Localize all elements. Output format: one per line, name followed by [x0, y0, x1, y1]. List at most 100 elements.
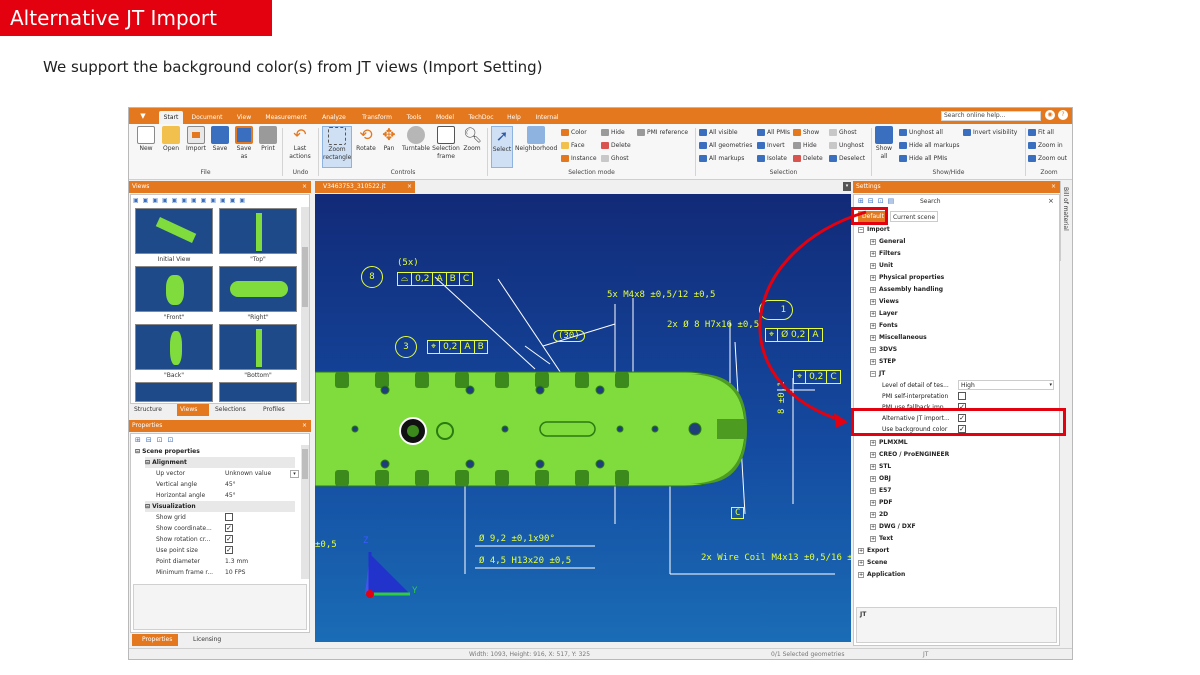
show-button[interactable]: Show [793, 128, 819, 137]
zoom-out-button[interactable]: Zoom out [1028, 154, 1067, 163]
ghost-mode-button[interactable]: Ghost [601, 154, 629, 163]
visualization-group[interactable]: ⊟ Visualization [145, 501, 295, 512]
app-menu-button[interactable]: ▼ [131, 108, 155, 124]
balloon-8[interactable]: 8 [361, 266, 383, 288]
dimension-label[interactable]: 5x M4x8 ±0,5/12 ±0,5 [607, 290, 715, 300]
select-button[interactable]: ➚ Select [491, 126, 513, 168]
turntable-button[interactable]: Turntable [401, 126, 431, 168]
tree-node-e57[interactable]: + E57 [870, 485, 891, 496]
property-row[interactable]: Use point size ✓ [134, 545, 298, 556]
tree-node-creo[interactable]: + CREO / ProENGINEER [870, 449, 949, 460]
tree-node-3dvs[interactable]: +3DVS [870, 344, 897, 355]
tree-node-import[interactable]: − Import [858, 224, 890, 235]
tab-internal[interactable]: Internal [531, 111, 563, 124]
tab-techdoc[interactable]: TechDoc [463, 111, 499, 124]
rotate-button[interactable]: ⟲ Rotate [354, 126, 378, 168]
zoom-button[interactable]: 🔍︎ Zoom [461, 126, 483, 168]
show-coordinate-checkbox[interactable]: ✓ [225, 524, 233, 532]
tab-current-scene[interactable]: Current scene [890, 211, 938, 222]
setting-pmi-self-interpretation[interactable]: PMI self-interpretation [882, 391, 948, 402]
property-row[interactable]: Horizontal angle 45° [134, 490, 298, 501]
feature-control-frame[interactable]: ⌖ Ø 0,2 A [765, 328, 823, 342]
dimension-label[interactable]: 8 ±0,1 [777, 381, 787, 414]
feature-control-frame[interactable]: ⌖ 0,2 C [793, 370, 841, 384]
isolate-button[interactable]: Isolate [757, 154, 787, 163]
property-row[interactable]: Show rotation cr... ✓ [134, 534, 298, 545]
deselect-button[interactable]: Deselect [829, 154, 865, 163]
tree-node-dwg-dxf[interactable]: + DWG / DXF [870, 521, 916, 532]
tree-node-obj[interactable]: + OBJ [870, 473, 891, 484]
zoom-rectangle-button[interactable]: Zoom rectangle [322, 126, 352, 168]
settings-search-input[interactable]: Search [920, 198, 941, 205]
tree-node-views[interactable]: + Views [870, 296, 899, 307]
property-row[interactable]: Show coordinate... ✓ [134, 523, 298, 534]
tab-document[interactable]: Document [187, 111, 227, 124]
tree-node-2d[interactable]: +2D [870, 509, 888, 520]
views-toolbar-icons[interactable]: ▣▣▣▣▣▣▣▣▣▣▣▣ [133, 197, 307, 206]
property-row[interactable]: Show grid [134, 512, 298, 523]
face-mode-button[interactable]: Face [561, 141, 585, 150]
properties-scrollbar[interactable] [301, 445, 309, 579]
tree-node-application[interactable]: + Application [858, 569, 905, 580]
view-thumbnail-right[interactable] [219, 266, 297, 312]
hide-all-pmis-button[interactable]: Hide all PMIs [899, 154, 947, 163]
select-all-markups-button[interactable]: All markups [699, 154, 744, 163]
dimension-label[interactable]: 2x Wire Coil M4x13 ±0,5/16 ±0,5 [701, 553, 851, 563]
hide-button[interactable]: Hide [793, 141, 817, 150]
invert-visibility-button[interactable]: Invert visibility [963, 128, 1017, 137]
tree-node-jt[interactable]: − JT [870, 368, 885, 379]
tree-node-filters[interactable]: + Filters [870, 248, 901, 259]
color-mode-button[interactable]: Color [561, 128, 587, 137]
save-button[interactable]: Save [209, 126, 231, 168]
3d-viewport[interactable]: 8 (5x) ⌓ 0,2 A B C 5x M4x8 ±0,5/12 ±0,5 … [315, 194, 851, 642]
view-thumbnail-bottom[interactable] [219, 324, 297, 370]
tree-node-pdf[interactable]: + PDF [870, 497, 892, 508]
unghost-button[interactable]: Unghost [829, 141, 864, 150]
instance-mode-button[interactable]: Instance [561, 154, 597, 163]
selection-frame-button[interactable]: Selection frame [432, 126, 460, 168]
tab-analyze[interactable]: Analyze [317, 111, 351, 124]
tree-node-step[interactable]: + STEP [870, 356, 896, 367]
select-all-geometries-button[interactable]: All geometries [699, 141, 752, 150]
dropdown-chevron-icon[interactable]: ▾ [290, 470, 299, 478]
help-search-input[interactable]: Search online help... [941, 111, 1041, 121]
tab-transform[interactable]: Transform [357, 111, 397, 124]
tree-node-export[interactable]: + Export [858, 545, 889, 556]
print-button[interactable]: Print [257, 126, 279, 168]
bill-of-material-side-tab[interactable]: Bill of material [1060, 181, 1072, 261]
tab-profiles[interactable]: Profiles [263, 404, 303, 416]
balloon-3[interactable]: 3 [395, 336, 417, 358]
feature-control-frame[interactable]: ⌖ 0,2 A B [427, 340, 488, 354]
view-thumbnail-extra[interactable] [219, 382, 297, 402]
tab-properties[interactable]: Properties [132, 634, 178, 646]
tab-tools[interactable]: Tools [401, 111, 427, 124]
tree-node-text[interactable]: + Text [870, 533, 893, 544]
delete-mode-button[interactable]: Delete [601, 141, 631, 150]
open-button[interactable]: Open [159, 126, 183, 168]
alignment-group[interactable]: ⊟ Alignment [145, 457, 295, 468]
tab-views[interactable]: Views [177, 404, 209, 416]
tree-node-miscellaneous[interactable]: + Miscellaneous [870, 332, 927, 343]
settings-toolbar-icons[interactable]: ⊞⊟⊡▤ [858, 197, 898, 205]
pmi-reference-button[interactable]: PMI reference [637, 128, 688, 137]
tab-start[interactable]: Start [159, 111, 183, 124]
tree-node-stl[interactable]: + STL [870, 461, 891, 472]
property-row[interactable]: Vertical angle 45° [134, 479, 298, 490]
tab-help[interactable]: Help [503, 111, 525, 124]
dimension-label[interactable]: (30) [553, 330, 585, 342]
show-grid-checkbox[interactable] [225, 513, 233, 521]
view-thumbnail-front[interactable] [135, 266, 213, 312]
zoom-in-button[interactable]: Zoom in [1028, 141, 1063, 150]
dimension-label[interactable]: Ø 4,5 H13x20 ±0,5 [479, 556, 571, 566]
hide-mode-button[interactable]: Hide [601, 128, 625, 137]
pan-button[interactable]: ✥ Pan [379, 126, 399, 168]
tree-node-plmxml[interactable]: + PLMXML [870, 437, 908, 448]
properties-toolbar-icons[interactable]: ⊞⊟⊡⊡ [135, 436, 178, 444]
tree-node-physical-properties[interactable]: + Physical properties [870, 272, 944, 283]
delete-button[interactable]: Delete [793, 154, 823, 163]
tab-view[interactable]: View [233, 111, 255, 124]
unghost-all-button[interactable]: Unghost all [899, 128, 943, 137]
dimension-label[interactable]: 2x Ø 8 H7x16 ±0,5 [667, 320, 759, 330]
save-as-button[interactable]: Save as [233, 126, 255, 168]
view-thumbnail-back[interactable] [135, 324, 213, 370]
